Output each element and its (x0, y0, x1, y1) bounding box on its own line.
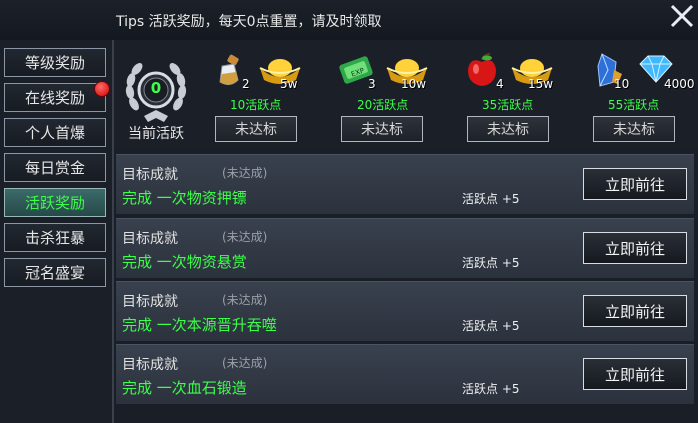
task-title: 目标成就 (122, 357, 178, 373)
tips-text: Tips 活跃奖励，每天0点重置，请及时领取 (116, 14, 382, 30)
claim-button-tier-4[interactable]: 未达标 (593, 116, 675, 142)
activity-label: 当前活跃 (128, 126, 184, 142)
task-status: (未达成) (222, 230, 268, 244)
task-status: (未达成) (222, 293, 268, 307)
reward-count: 2 (242, 77, 250, 91)
close-icon[interactable] (668, 2, 696, 30)
task-status: (未达成) (222, 356, 268, 370)
tab-online-reward[interactable]: 在线奖励 (4, 83, 106, 112)
tab-daily-bounty[interactable]: 每日赏金 (4, 153, 106, 182)
title-bar: Tips 活跃奖励，每天0点重置，请及时领取 (0, 0, 698, 40)
go-now-button[interactable]: 立即前往 (583, 358, 687, 390)
task-points: 活跃点 +5 (462, 192, 520, 206)
reward-count: 4 (496, 77, 504, 91)
potion-icon (219, 54, 239, 86)
tab-title-feast[interactable]: 冠名盛宴 (4, 258, 106, 287)
claim-button-tier-3[interactable]: 未达标 (467, 116, 549, 142)
reward-count: 3 (368, 77, 376, 91)
task-row: 目标成就 (未达成) 完成 一次物资悬赏 活跃点 +5 立即前往 (116, 218, 694, 278)
task-description: 完成 一次血石锻造 (122, 379, 247, 397)
reward-points: 55活跃点 (608, 98, 660, 112)
task-title: 目标成就 (122, 231, 178, 247)
claim-button-tier-2[interactable]: 未达标 (341, 116, 423, 142)
reward-count: 15w (528, 77, 554, 91)
tab-level-reward[interactable]: 等级奖励 (4, 48, 106, 77)
task-row: 目标成就 (未达成) 完成 一次本源晋升吞噬 活跃点 +5 立即前往 (116, 281, 694, 341)
reward-count: 10w (401, 77, 427, 91)
task-row: 目标成就 (未达成) 完成 一次血石锻造 活跃点 +5 立即前往 (116, 344, 694, 404)
task-points: 活跃点 +5 (462, 319, 520, 333)
task-title: 目标成就 (122, 167, 178, 183)
go-now-button[interactable]: 立即前往 (583, 168, 687, 200)
tab-kill-frenzy[interactable]: 击杀狂暴 (4, 223, 106, 252)
tab-first-drop[interactable]: 个人首爆 (4, 118, 106, 147)
reward-points: 35活跃点 (482, 98, 534, 112)
task-status: (未达成) (222, 166, 268, 180)
task-points: 活跃点 +5 (462, 256, 520, 270)
go-now-button[interactable]: 立即前往 (583, 232, 687, 264)
apple-icon (468, 53, 496, 86)
task-description: 完成 一次物资悬赏 (122, 253, 247, 271)
task-description: 完成 一次物资押镖 (122, 189, 247, 207)
notification-dot (94, 81, 110, 97)
reward-count: 5w (280, 77, 298, 91)
reward-points: 10活跃点 (230, 98, 282, 112)
reward-count: 10 (614, 77, 630, 91)
go-now-button[interactable]: 立即前往 (583, 295, 687, 327)
task-description: 完成 一次本源晋升吞噬 (122, 316, 277, 334)
claim-button-tier-1[interactable]: 未达标 (215, 116, 297, 142)
reward-count: 4000 (664, 77, 695, 91)
sidebar: 等级奖励 在线奖励 个人首爆 每日赏金 活跃奖励 击杀狂暴 冠名盛宴 (0, 40, 114, 423)
task-title: 目标成就 (122, 294, 178, 310)
tab-activity-reward[interactable]: 活跃奖励 (4, 188, 106, 217)
task-row: 目标成就 (未达成) 完成 一次物资押镖 活跃点 +5 立即前往 (116, 154, 694, 214)
activity-value: 0 (150, 79, 162, 97)
task-points: 活跃点 +5 (462, 382, 520, 396)
reward-points: 20活跃点 (357, 98, 409, 112)
